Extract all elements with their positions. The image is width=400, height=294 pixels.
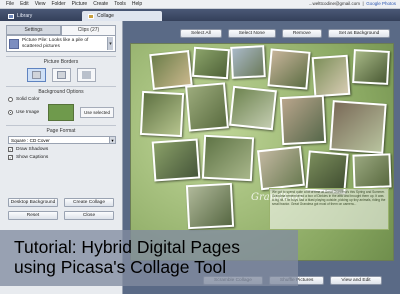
tutorial-banner-text: Tutorial: Hybrid Digital Pages using Pic… <box>14 237 294 277</box>
set-as-background-button[interactable]: Set as Background <box>327 29 391 38</box>
collage-photo[interactable] <box>230 45 266 79</box>
collage-photo[interactable] <box>139 90 185 138</box>
use-selected-button[interactable]: Use selected <box>79 107 114 118</box>
picture-borders-heading: Picture Borders <box>6 56 116 65</box>
collage-photo[interactable] <box>279 94 327 146</box>
collage-photo[interactable] <box>257 145 305 191</box>
view-and-edit-button[interactable]: View and Edit <box>330 276 382 285</box>
draw-shadows-row: ✓ Draw Shadows <box>8 147 116 152</box>
select-all-button[interactable]: Select All <box>180 29 222 38</box>
show-captions-row: ✓ Show Captions <box>8 155 116 160</box>
account-email[interactable]: ...welttcodine@gmail.com <box>309 1 360 6</box>
desktop-background-button[interactable]: Desktop Background <box>8 198 58 207</box>
border-polaroid-icon <box>56 71 66 79</box>
settings-subtabs: Settings Clips (27) <box>6 25 116 35</box>
collage-photo[interactable] <box>352 49 390 85</box>
collage-photo[interactable] <box>201 134 255 182</box>
menu-file[interactable]: File <box>6 1 14 7</box>
picture-borders-options <box>0 68 122 82</box>
tab-collage[interactable]: Collage <box>82 11 162 21</box>
use-image-label: Use Image <box>16 110 40 115</box>
tab-clips[interactable]: Clips (27) <box>61 25 116 35</box>
solid-color-radio[interactable] <box>8 97 13 102</box>
background-image-thumbnail[interactable] <box>48 104 75 121</box>
collage-canvas[interactable]: Grandkids We got to spend quite a lot of… <box>130 43 394 261</box>
collage-photo[interactable] <box>229 85 277 131</box>
border-option-polaroid[interactable] <box>51 68 71 82</box>
tab-library-label: Library <box>17 13 33 19</box>
banner-line-2: using Picasa's Collage Tool <box>14 257 227 277</box>
solid-color-row: Solid Color <box>8 97 116 102</box>
collage-photo[interactable] <box>311 54 351 98</box>
tab-library[interactable]: Library <box>2 11 82 21</box>
account-info: ...welttcodine@gmail.com | Google Photos <box>308 1 396 6</box>
menu-edit[interactable]: Edit <box>20 1 29 7</box>
menu-tools[interactable]: Tools <box>114 1 126 7</box>
menu-help[interactable]: Help <box>132 1 142 7</box>
solid-color-label: Solid Color <box>16 97 40 102</box>
tab-collage-label: Collage <box>97 13 114 19</box>
menu-create[interactable]: Create <box>93 1 108 7</box>
page-format-value: Square : CD Cover <box>11 137 50 143</box>
show-captions-label: Show Captions <box>16 155 49 160</box>
page-format-select[interactable]: Square : CD Cover ▾ <box>8 136 116 144</box>
menu-picture[interactable]: Picture <box>72 1 88 7</box>
background-options-heading: Background Options <box>6 86 116 95</box>
use-image-row: Use Image Use selected <box>8 104 116 121</box>
reset-button[interactable]: Reset <box>8 211 58 220</box>
create-collage-button[interactable]: Create Collage <box>64 198 114 207</box>
draw-shadows-checkbox[interactable]: ✓ <box>8 147 13 152</box>
collage-photo[interactable] <box>352 153 392 189</box>
collage-note: We got to spend quite a lot of time at G… <box>269 188 389 230</box>
app-link[interactable]: Google Photos <box>366 1 396 6</box>
layout-selector[interactable]: Picture Pile: Looks like a pile of scatt… <box>6 35 116 52</box>
chevron-down-icon: ▾ <box>109 137 115 143</box>
collage-photo[interactable] <box>267 48 311 90</box>
menu-folder[interactable]: Folder <box>51 1 65 7</box>
collage-toolbar: Select All Select None Remove Set as Bac… <box>180 29 391 38</box>
close-button[interactable]: Close <box>64 211 114 220</box>
library-icon <box>8 13 14 19</box>
layout-label: Picture Pile: Looks like a pile of scatt… <box>22 38 89 49</box>
border-option-white[interactable] <box>26 68 46 82</box>
border-option-none[interactable] <box>76 68 96 82</box>
menu-bar: File Edit View Folder Picture Create Too… <box>0 0 400 9</box>
collage-photo[interactable] <box>151 138 201 182</box>
page-format-heading: Page Format <box>6 125 116 134</box>
draw-shadows-label: Draw Shadows <box>16 147 49 152</box>
picture-pile-icon <box>9 38 19 49</box>
tab-bar: Library Collage <box>0 9 400 21</box>
collage-icon <box>88 13 94 19</box>
border-white-icon <box>31 71 41 79</box>
tab-settings[interactable]: Settings <box>6 25 61 35</box>
collage-photo[interactable] <box>191 46 231 80</box>
show-captions-checkbox[interactable]: ✓ <box>8 155 13 160</box>
chevron-down-icon[interactable]: ▾ <box>107 37 113 50</box>
border-none-icon <box>81 71 91 79</box>
use-image-radio[interactable] <box>8 110 13 115</box>
collage-photo[interactable] <box>329 100 387 154</box>
banner-line-1: Tutorial: Hybrid Digital Pages <box>14 237 240 257</box>
select-none-button[interactable]: Select None <box>227 29 276 38</box>
remove-button[interactable]: Remove <box>281 29 322 38</box>
menu-view[interactable]: View <box>35 1 46 7</box>
collage-photo[interactable] <box>185 82 229 132</box>
collage-photo[interactable] <box>149 50 193 90</box>
collage-photo[interactable] <box>185 182 235 230</box>
